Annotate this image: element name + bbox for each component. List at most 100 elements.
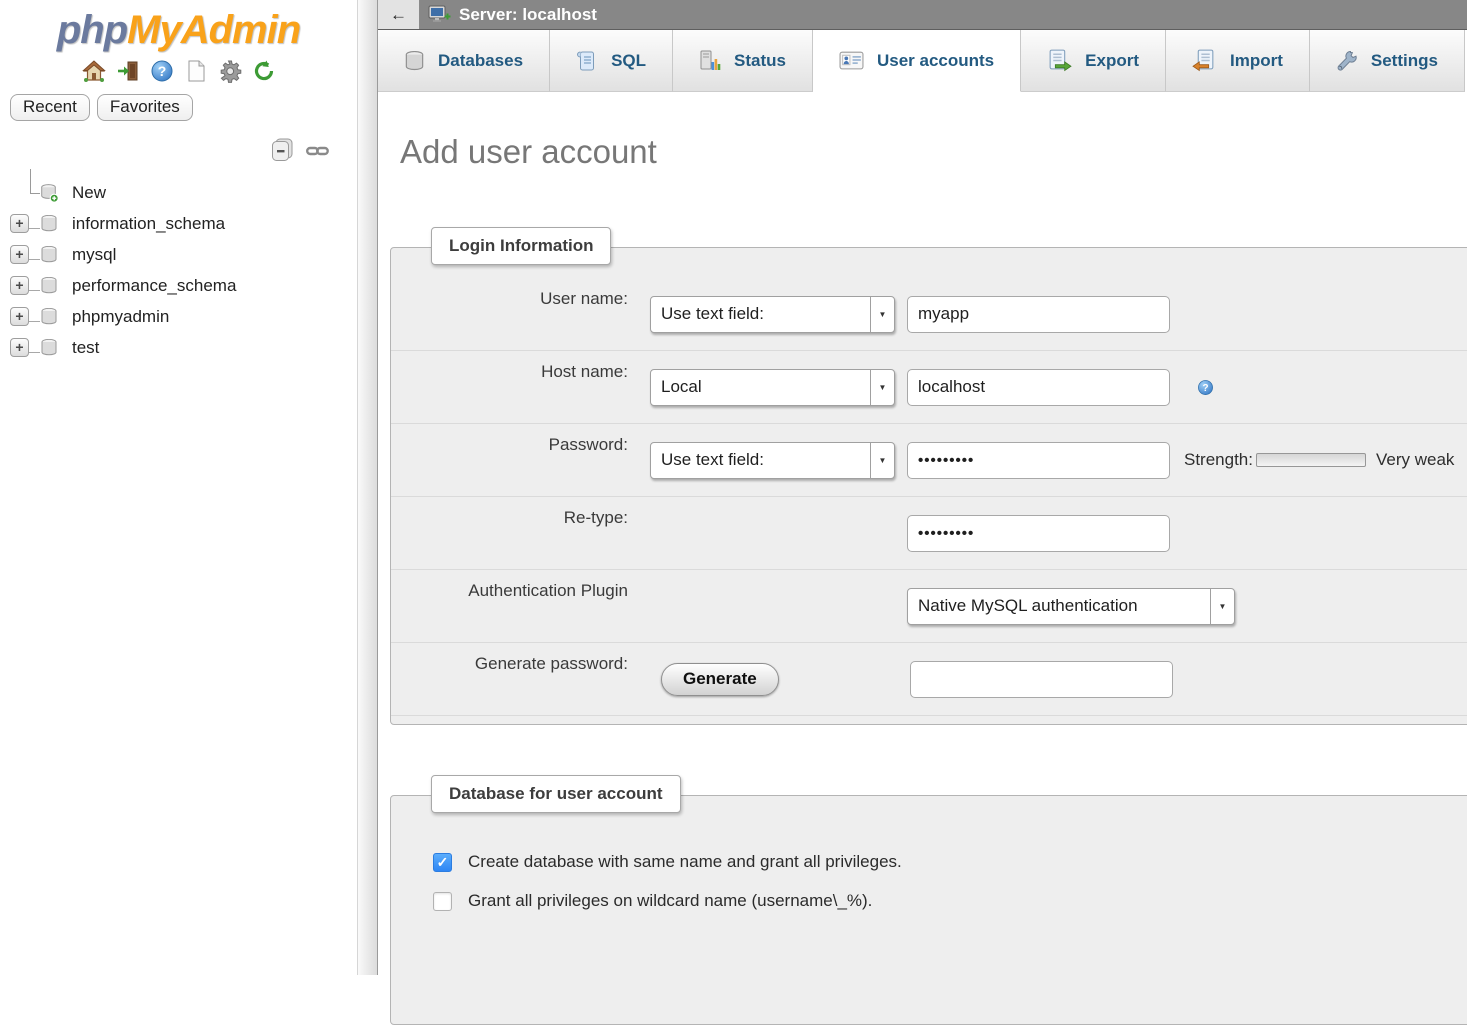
sql-icon bbox=[576, 50, 598, 72]
hostname-input[interactable] bbox=[907, 369, 1170, 406]
retype-password-input[interactable] bbox=[907, 515, 1170, 552]
tab-label: Databases bbox=[438, 51, 523, 71]
link-with-main-icon[interactable] bbox=[304, 137, 331, 164]
tree-tools bbox=[0, 137, 331, 164]
strength-meter bbox=[1256, 453, 1366, 467]
refresh-icon[interactable] bbox=[250, 57, 277, 84]
database-for-user-fieldset: Database for user account Create databas… bbox=[390, 795, 1467, 1025]
help-icon[interactable]: ? bbox=[148, 57, 175, 84]
server-icon bbox=[428, 5, 451, 24]
quick-access-buttons: Recent Favorites bbox=[10, 94, 357, 121]
tree-item-label[interactable]: test bbox=[72, 338, 99, 358]
tab-user-accounts[interactable]: User accounts bbox=[813, 30, 1021, 92]
phpmyadmin-logo[interactable]: phpMyAdmin bbox=[0, 8, 357, 53]
logout-icon[interactable] bbox=[114, 57, 141, 84]
tree-item-label: New bbox=[72, 183, 106, 203]
tree-item-database[interactable]: phpmyadmin bbox=[0, 301, 357, 332]
expand-icon[interactable] bbox=[10, 307, 29, 326]
grant-wildcard-option[interactable]: Grant all privileges on wildcard name (u… bbox=[433, 891, 1467, 911]
svg-text:?: ? bbox=[1202, 383, 1208, 394]
tab-settings[interactable]: Settings bbox=[1310, 30, 1465, 92]
server-breadcrumb-bar: ← Server: localhost bbox=[378, 0, 1467, 30]
fieldset-legend: Database for user account bbox=[431, 775, 681, 813]
tab-export[interactable]: Export bbox=[1021, 30, 1166, 92]
server-tabs: Databases SQL Status User accounts Expor… bbox=[378, 30, 1467, 92]
tab-label: Import bbox=[1230, 51, 1283, 71]
select-value: Use text field: bbox=[651, 443, 870, 478]
logo-php-text: php bbox=[57, 8, 127, 52]
favorites-button[interactable]: Favorites bbox=[97, 94, 193, 121]
tree-item-label[interactable]: phpmyadmin bbox=[72, 307, 169, 327]
tree-item-new-database[interactable]: New bbox=[0, 177, 357, 208]
tab-sql[interactable]: SQL bbox=[550, 30, 673, 92]
tab-import[interactable]: Import bbox=[1166, 30, 1310, 92]
chevron-down-icon: ▼ bbox=[870, 297, 894, 332]
sidebar-resize-handle[interactable] bbox=[357, 0, 378, 975]
chevron-down-icon: ▼ bbox=[870, 370, 894, 405]
select-value: Native MySQL authentication bbox=[908, 589, 1210, 624]
password-label: Password: bbox=[413, 424, 628, 496]
chevron-down-icon: ▼ bbox=[1210, 589, 1234, 624]
tab-label: Export bbox=[1085, 51, 1139, 71]
home-icon[interactable] bbox=[80, 57, 107, 84]
import-icon bbox=[1192, 49, 1217, 72]
checkbox-label[interactable]: Grant all privileges on wildcard name (u… bbox=[468, 891, 872, 911]
username-type-select[interactable]: Use text field: ▼ bbox=[650, 296, 895, 333]
generated-password-input[interactable] bbox=[910, 661, 1173, 698]
tab-databases[interactable]: Databases bbox=[378, 30, 550, 92]
user-accounts-icon bbox=[839, 50, 864, 71]
auth-plugin-label: Authentication Plugin bbox=[413, 570, 628, 642]
login-information-fieldset: Login Information User name: Use text fi… bbox=[390, 247, 1467, 725]
expand-icon[interactable] bbox=[10, 338, 29, 357]
expand-icon[interactable] bbox=[10, 276, 29, 295]
gear-icon[interactable] bbox=[216, 57, 243, 84]
checkbox-label[interactable]: Create database with same name and grant… bbox=[468, 852, 902, 872]
auth-plugin-row: Authentication Plugin Native MySQL authe… bbox=[391, 570, 1467, 643]
hostname-row: Host name: Local ▼ ? bbox=[391, 351, 1467, 424]
tab-status[interactable]: Status bbox=[673, 30, 813, 92]
tree-item-label[interactable]: mysql bbox=[72, 245, 116, 265]
database-icon bbox=[40, 308, 58, 330]
tree-item-database[interactable]: performance_schema bbox=[0, 270, 357, 301]
tab-label: Settings bbox=[1371, 51, 1438, 71]
generate-button[interactable]: Generate bbox=[661, 663, 779, 696]
tree-item-label[interactable]: performance_schema bbox=[72, 276, 236, 296]
collapse-all-icon[interactable] bbox=[269, 137, 296, 164]
svg-text:?: ? bbox=[157, 63, 166, 79]
docs-icon[interactable] bbox=[182, 57, 209, 84]
create-database-option[interactable]: Create database with same name and grant… bbox=[433, 852, 1467, 872]
database-icon bbox=[40, 277, 58, 299]
password-type-select[interactable]: Use text field: ▼ bbox=[650, 442, 895, 479]
navigation-sidebar: phpMyAdmin ? Recent Favorites bbox=[0, 0, 357, 975]
strength-text: Very weak bbox=[1376, 450, 1454, 470]
main-panel: ← Server: localhost Databases SQL Status bbox=[378, 0, 1467, 975]
hostname-help-icon[interactable]: ? bbox=[1197, 379, 1214, 396]
export-icon bbox=[1047, 49, 1072, 72]
server-title: Server: localhost bbox=[428, 5, 597, 25]
tab-label: SQL bbox=[611, 51, 646, 71]
database-icon bbox=[40, 215, 58, 237]
database-icon bbox=[40, 246, 58, 268]
generate-password-row: Generate password: Generate bbox=[391, 643, 1467, 716]
password-row: Password: Use text field: ▼ Strength: bbox=[391, 424, 1467, 497]
expand-icon[interactable] bbox=[10, 245, 29, 264]
username-label: User name: bbox=[413, 278, 628, 350]
recent-button[interactable]: Recent bbox=[10, 94, 90, 121]
tree-item-database[interactable]: test bbox=[0, 332, 357, 363]
status-icon bbox=[699, 50, 721, 72]
retype-row: Re-type: bbox=[391, 497, 1467, 570]
password-input[interactable] bbox=[907, 442, 1170, 479]
hostname-type-select[interactable]: Local ▼ bbox=[650, 369, 895, 406]
expand-icon[interactable] bbox=[10, 214, 29, 233]
select-value: Use text field: bbox=[651, 297, 870, 332]
tree-item-label[interactable]: information_schema bbox=[72, 214, 225, 234]
back-button[interactable]: ← bbox=[378, 0, 420, 29]
tab-label: User accounts bbox=[877, 51, 994, 71]
auth-plugin-select[interactable]: Native MySQL authentication ▼ bbox=[907, 588, 1235, 625]
create-database-checkbox[interactable] bbox=[433, 853, 452, 872]
strength-label: Strength: bbox=[1184, 450, 1253, 470]
tree-item-database[interactable]: mysql bbox=[0, 239, 357, 270]
grant-wildcard-checkbox[interactable] bbox=[433, 892, 452, 911]
tree-item-database[interactable]: information_schema bbox=[0, 208, 357, 239]
username-input[interactable] bbox=[907, 296, 1170, 333]
